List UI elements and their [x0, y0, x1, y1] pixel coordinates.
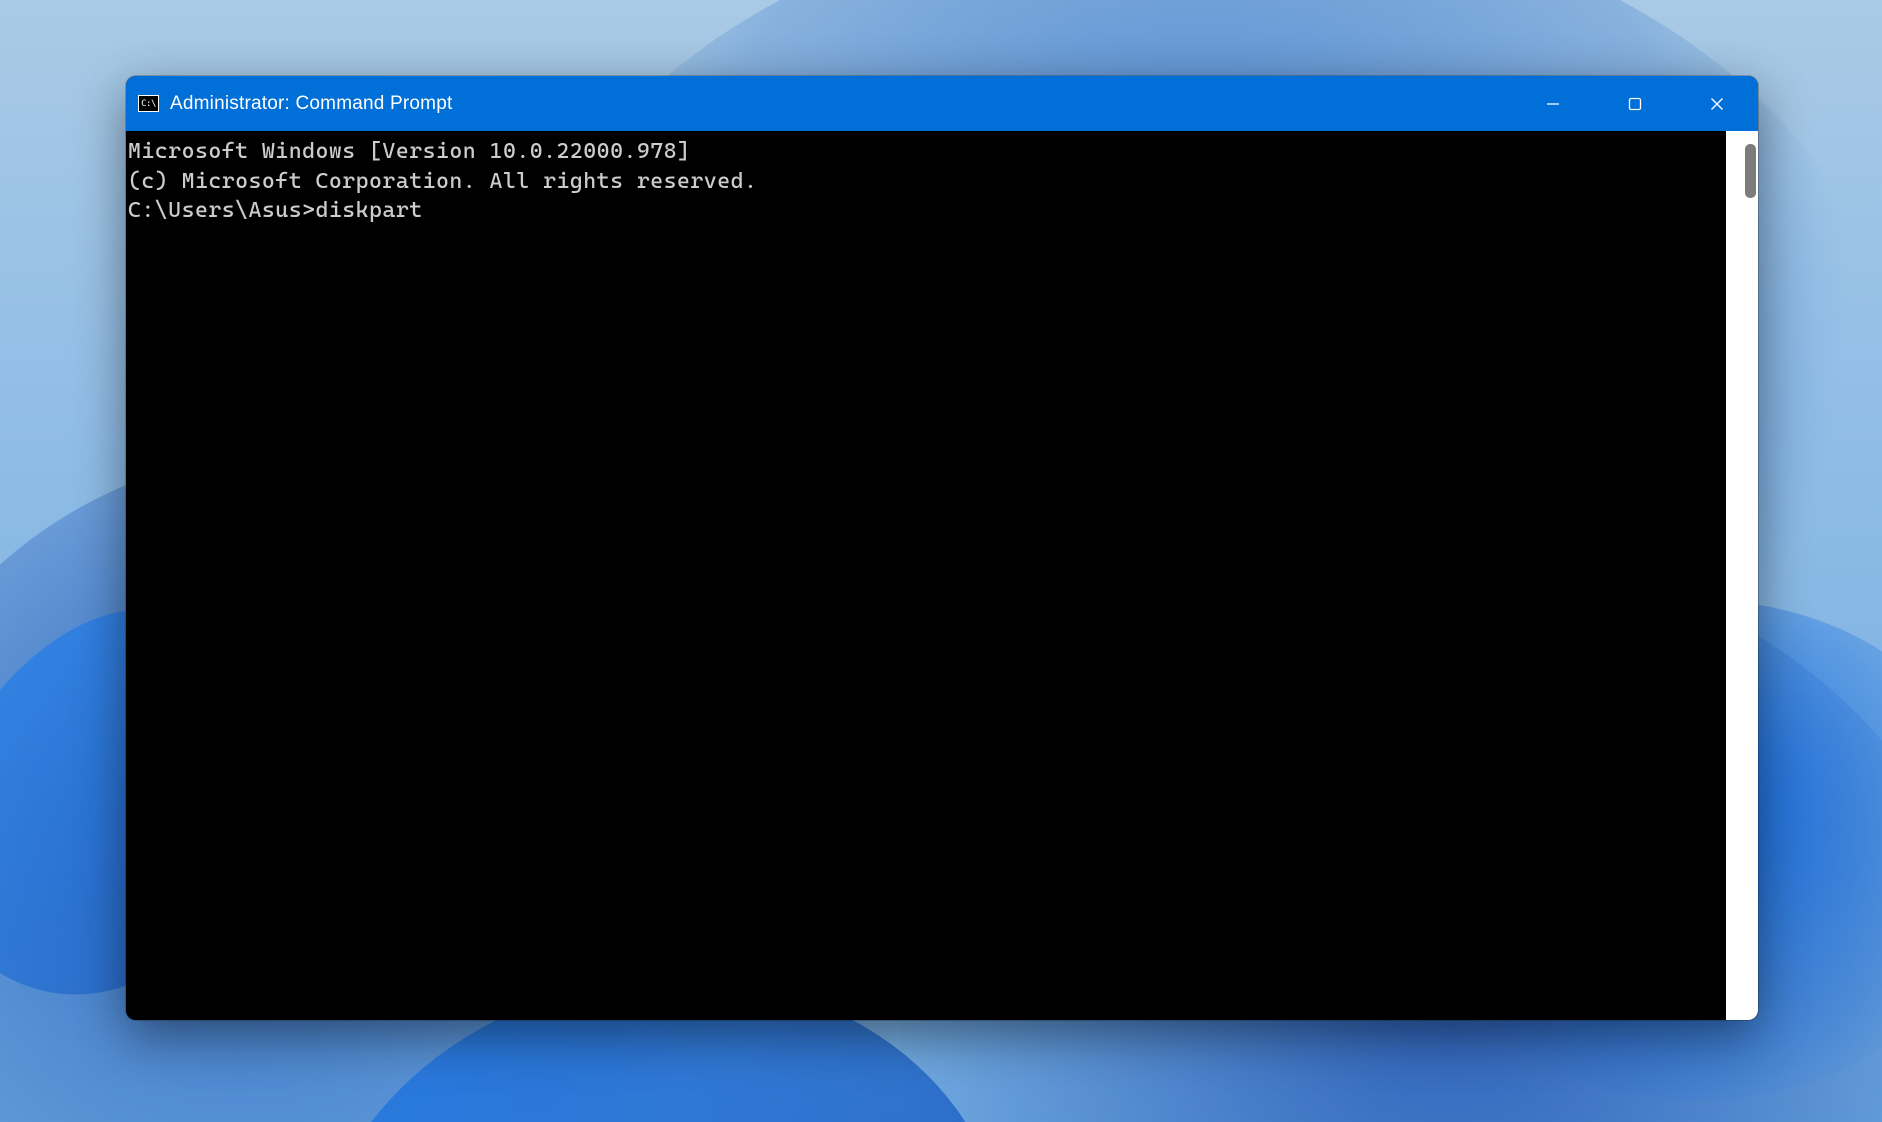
- minimize-button[interactable]: [1512, 76, 1594, 131]
- terminal-line: Microsoft Windows [Version 10.0.22000.97…: [128, 137, 1726, 167]
- terminal-line: (c) Microsoft Corporation. All rights re…: [128, 167, 1726, 197]
- terminal-output[interactable]: Microsoft Windows [Version 10.0.22000.97…: [126, 131, 1726, 1020]
- window-titlebar[interactable]: C:\ Administrator: Command Prompt: [126, 76, 1758, 131]
- minimize-icon: [1546, 97, 1560, 111]
- scrollbar-thumb[interactable]: [1745, 144, 1756, 198]
- maximize-button[interactable]: [1594, 76, 1676, 131]
- command-prompt-window: C:\ Administrator: Command Prompt Mi: [126, 76, 1758, 1020]
- window-controls: [1512, 76, 1758, 131]
- close-button[interactable]: [1676, 76, 1758, 131]
- maximize-icon: [1628, 97, 1642, 111]
- terminal-prompt-line: C:\Users\Asus>diskpart: [128, 196, 1726, 226]
- cmd-icon: C:\: [138, 95, 159, 112]
- close-icon: [1710, 97, 1724, 111]
- window-title: Administrator: Command Prompt: [170, 93, 452, 115]
- terminal-body: Microsoft Windows [Version 10.0.22000.97…: [126, 131, 1758, 1020]
- scrollbar-track[interactable]: [1726, 131, 1758, 1020]
